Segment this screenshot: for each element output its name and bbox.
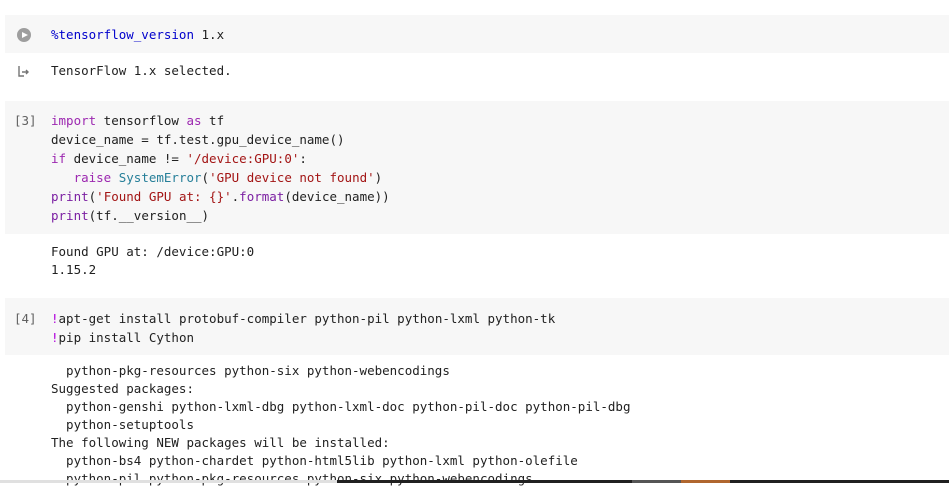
- code-line[interactable]: print('Found GPU at: {}'.format(device_n…: [51, 187, 390, 206]
- code-token: format: [239, 189, 285, 204]
- code-token: '/device:GPU:0': [186, 151, 300, 166]
- code-token: 1.x: [194, 27, 225, 42]
- output-line: python-genshi python-lxml-dbg python-lxm…: [51, 399, 631, 414]
- code-token: (tf.__version__): [88, 208, 210, 223]
- code-token: import: [51, 113, 97, 128]
- code-line[interactable]: device_name = tf.test.gpu_device_name(): [51, 130, 345, 149]
- code-token: if: [51, 151, 67, 166]
- output-line: 1.15.2: [51, 262, 97, 277]
- code-line[interactable]: print(tf.__version__): [51, 206, 209, 225]
- code-line[interactable]: raise SystemError('GPU device not found'…: [51, 168, 383, 187]
- code-token: print: [51, 208, 89, 223]
- code-token: device_name !=: [66, 151, 187, 166]
- output-line: Found GPU at: /device:GPU:0: [51, 244, 255, 259]
- code-token: raise: [73, 170, 112, 185]
- code-token: device_name = tf.test.gpu_device_name(): [51, 132, 345, 147]
- code-token: (device_name)): [284, 189, 390, 204]
- output-line: python-pkg-resources python-six python-w…: [51, 363, 450, 378]
- output-arrow-icon: [18, 66, 29, 77]
- code-token: apt-get install protobuf-compiler python…: [58, 311, 556, 326]
- code-line[interactable]: !pip install Cython: [51, 328, 194, 347]
- output-line: python-setuptools: [51, 417, 194, 432]
- output-line: TensorFlow 1.x selected.: [51, 63, 232, 78]
- code-token: !: [51, 311, 59, 326]
- code-token: :: [299, 151, 307, 166]
- code-token: print: [51, 189, 89, 204]
- code-line[interactable]: %tensorflow_version 1.x: [51, 25, 224, 44]
- code-line[interactable]: !apt-get install protobuf-compiler pytho…: [51, 309, 555, 328]
- code-token: 'GPU device not found': [209, 170, 375, 185]
- play-circle-icon[interactable]: [17, 28, 31, 42]
- code-line[interactable]: import tensorflow as tf: [51, 111, 224, 130]
- execution-count-2: [3]: [14, 113, 37, 128]
- code-token: as: [186, 113, 202, 128]
- code-token: 'Found GPU at: {}': [96, 189, 232, 204]
- output-line: The following NEW packages will be insta…: [51, 435, 390, 450]
- execution-count-3: [4]: [14, 311, 37, 326]
- code-token: (: [201, 170, 210, 185]
- code-token: !: [51, 330, 59, 345]
- code-token: SystemError: [118, 170, 202, 185]
- code-token: tensorflow: [96, 113, 187, 128]
- output-line: Suggested packages:: [51, 381, 194, 396]
- code-token: tf: [201, 113, 225, 128]
- code-token: %tensorflow_version: [51, 27, 194, 42]
- output-line: python-pil python-pkg-resources python-s…: [51, 471, 533, 486]
- code-token: pip install Cython: [58, 330, 194, 345]
- code-line[interactable]: if device_name != '/device:GPU:0':: [51, 149, 307, 168]
- output-line: python-bs4 python-chardet python-html5li…: [51, 453, 578, 468]
- code-token: ): [374, 170, 383, 185]
